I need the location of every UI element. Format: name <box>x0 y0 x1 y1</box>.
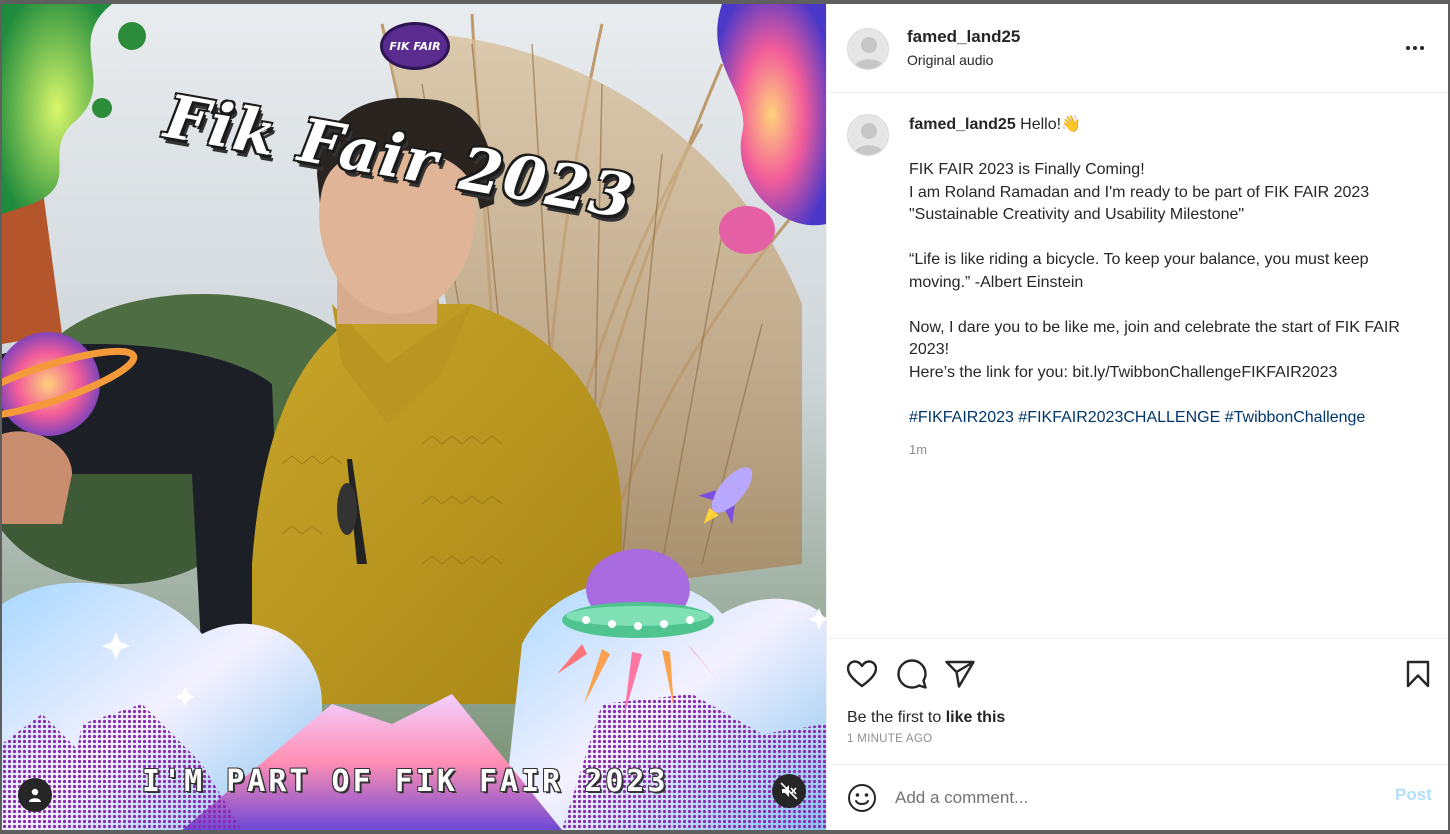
caption-link-line[interactable]: Here’s the link for you: bit.ly/TwibbonC… <box>909 362 1429 385</box>
tagged-users-button[interactable] <box>18 778 52 812</box>
heart-icon <box>847 660 877 688</box>
default-avatar-icon <box>853 123 885 155</box>
caption-avatar[interactable] <box>847 114 889 156</box>
actions-area: Be the first to like this 1 MINUTE AGO <box>827 638 1448 764</box>
add-comment-bar: Post <box>827 764 1448 830</box>
post-header: famed_land25 Original audio <box>827 4 1448 93</box>
likes-prefix: Be the first to <box>847 709 946 726</box>
comments-section: famed_land25 Hello!👋 FIK FAIR 2023 is Fi… <box>827 94 1448 638</box>
caption-greeting: Hello!👋 <box>1020 116 1081 133</box>
caption-time[interactable]: 1m <box>909 439 1429 462</box>
post-dialog: FIK FAIR Fik Fair 2023 I'M PART OF FIK F… <box>2 4 1448 830</box>
person-icon <box>29 788 41 802</box>
likes-summary: Be the first to like this <box>847 709 1005 727</box>
caption-line: I am Roland Ramadan and I'm ready to be … <box>909 183 1370 201</box>
caption-username[interactable]: famed_land25 <box>909 116 1016 133</box>
post-timestamp[interactable]: 1 MINUTE AGO <box>847 733 932 745</box>
action-bar <box>845 657 1435 691</box>
share-button[interactable] <box>943 657 977 691</box>
more-options-button[interactable] <box>1395 36 1435 60</box>
post-media[interactable]: FIK FAIR Fik Fair 2023 I'M PART OF FIK F… <box>2 4 826 830</box>
caption-line: Now, I dare you to be like me, join and … <box>909 318 1400 359</box>
hashtag-link[interactable]: #FIKFAIR2023 <box>909 409 1014 426</box>
send-icon <box>945 660 975 688</box>
default-avatar-icon <box>853 37 885 69</box>
audio-link[interactable]: Original audio <box>907 52 993 68</box>
post-comment-button[interactable]: Post <box>1395 785 1432 805</box>
like-button[interactable] <box>845 657 879 691</box>
fik-fair-logo: FIK FAIR <box>380 22 450 70</box>
caption-quote: “Life is like riding a bicycle. To keep … <box>909 251 1369 291</box>
hashtag-link[interactable]: #TwibbonChallenge <box>1225 409 1366 426</box>
emoji-button[interactable] <box>845 781 879 815</box>
speaker-muted-icon <box>780 782 798 800</box>
post-sidebar: famed_land25 Original audio famed_land25… <box>826 4 1448 830</box>
more-horizontal-icon <box>1406 46 1410 50</box>
hashtags: #FIKFAIR2023 #FIKFAIR2023CHALLENGE #Twib… <box>909 407 1429 430</box>
author-avatar[interactable] <box>847 28 889 70</box>
window-frame: FIK FAIR Fik Fair 2023 I'M PART OF FIK F… <box>0 0 1450 834</box>
save-button[interactable] <box>1401 657 1435 691</box>
post-caption: famed_land25 Hello!👋 FIK FAIR 2023 is Fi… <box>909 114 1429 462</box>
comment-button[interactable] <box>895 657 929 691</box>
mute-button[interactable] <box>772 774 806 808</box>
comment-input[interactable] <box>895 785 1375 811</box>
hashtag-link[interactable]: #FIKFAIR2023CHALLENGE <box>1018 409 1220 426</box>
caption-line: FIK FAIR 2023 is Finally Coming! <box>909 161 1145 178</box>
emoji-icon <box>848 784 876 812</box>
author-username[interactable]: famed_land25 <box>907 27 1020 47</box>
comment-icon <box>897 659 927 689</box>
bookmark-icon <box>1406 660 1430 688</box>
poster-caption: I'M PART OF FIK FAIR 2023 <box>142 764 669 799</box>
caption-line: "Sustainable Creativity and Usability Mi… <box>909 206 1245 223</box>
like-this-link[interactable]: like this <box>946 709 1006 726</box>
